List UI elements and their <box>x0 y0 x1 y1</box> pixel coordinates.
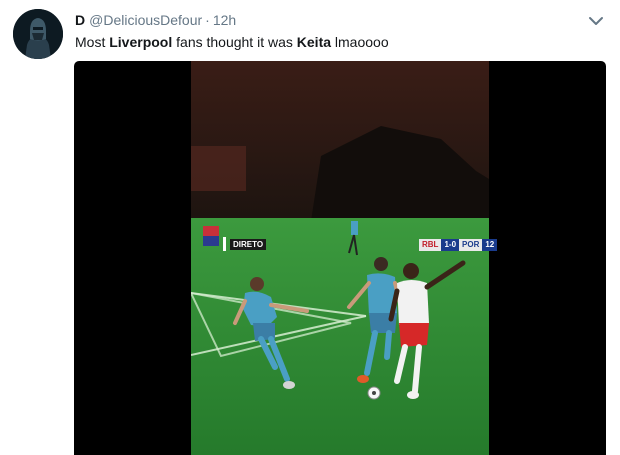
tweet-timestamp[interactable]: 12h <box>213 12 236 28</box>
tweet-text-bold-liverpool: Liverpool <box>109 34 173 50</box>
tweet: D @DeliciousDefour · 12h Most Liverpool fan… <box>0 0 620 455</box>
leipzig-player <box>388 260 466 399</box>
tweet-text-part: fans thought it was <box>172 34 297 50</box>
tweet-text-part: Most <box>75 34 110 50</box>
tweet-text-part: lmaoooo <box>331 34 389 50</box>
meta-separator: · <box>205 12 210 28</box>
video-frame: DIRETO RBL 1-0 POR 12 <box>189 61 498 455</box>
video-player[interactable]: DIRETO RBL 1-0 POR 12 <box>74 61 606 455</box>
ball <box>367 386 381 400</box>
porto-player-left <box>233 277 309 389</box>
avatar[interactable] <box>13 9 63 59</box>
display-name[interactable]: D <box>75 12 85 28</box>
tweet-text: Most Liverpool fans thought it was Keita… <box>75 33 389 51</box>
chevron-down-icon[interactable] <box>586 12 606 30</box>
tweet-text-bold-keita: Keita <box>296 34 332 50</box>
tweet-header: D @DeliciousDefour · 12h <box>75 10 236 30</box>
match-players <box>233 257 466 400</box>
user-handle[interactable]: @DeliciousDefour <box>89 12 202 28</box>
avatar-silhouette-icon <box>13 9 63 59</box>
